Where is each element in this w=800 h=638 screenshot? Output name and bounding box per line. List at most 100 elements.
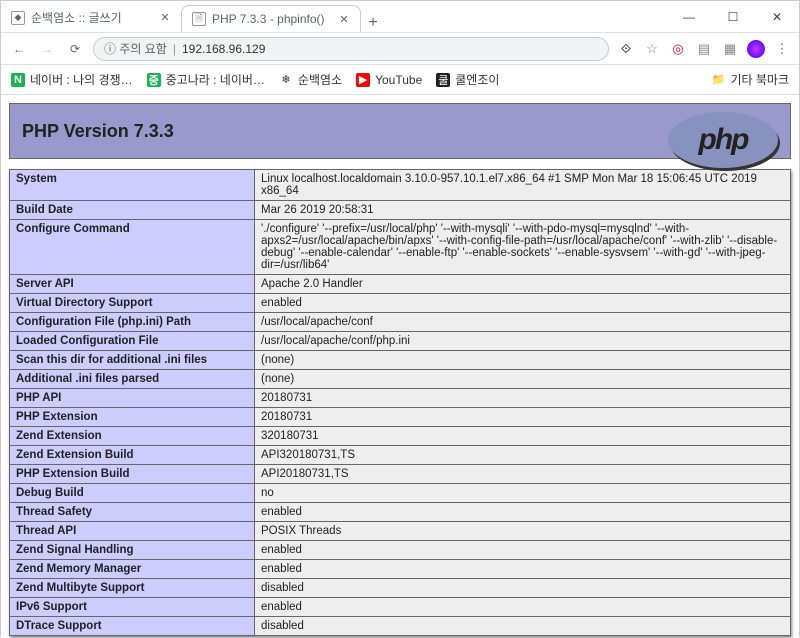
info-value: enabled [255, 294, 791, 313]
bookmark-label: 기타 북마크 [730, 71, 789, 88]
table-row: Server APIApache 2.0 Handler [10, 275, 791, 294]
forward-button[interactable]: → [37, 39, 57, 59]
bookmark-item[interactable]: ▶YouTube [356, 73, 422, 87]
browser-tab-0[interactable]: ◆ 순백염소 :: 글쓰기 ✕ [1, 3, 181, 32]
info-value: 20180731 [255, 408, 791, 427]
info-key: Zend Memory Manager [10, 560, 255, 579]
window-titlebar: ◆ 순백염소 :: 글쓰기 ✕ 🗎 PHP 7.3.3 - phpinfo() … [1, 1, 799, 33]
table-row: Additional .ini files parsed(none) [10, 370, 791, 389]
address-bar: ← → ⟳ ⓘ 주의 요함 | 192.168.96.129 ⟐ ☆ ◎ ▤ ▦… [1, 33, 799, 65]
info-key: Zend Signal Handling [10, 541, 255, 560]
table-row: Virtual Directory Supportenabled [10, 294, 791, 313]
info-value: disabled [255, 617, 791, 636]
table-row: Zend Extension BuildAPI320180731,TS [10, 446, 791, 465]
back-button[interactable]: ← [9, 39, 29, 59]
info-key: PHP Extension Build [10, 465, 255, 484]
bookmark-bar: N 네이버 : 나의 경쟁… 중중고나라 : 네이버… ❄ 순백염소 ▶YouTub… [1, 65, 799, 95]
bookmark-label: 네이버 : 나의 경쟁… [30, 71, 133, 88]
php-logo: php [668, 112, 778, 168]
browser-tab-strip: ◆ 순백염소 :: 글쓰기 ✕ 🗎 PHP 7.3.3 - phpinfo() … [1, 1, 667, 32]
info-value: no [255, 484, 791, 503]
bookmark-favicon-icon: ❄ [279, 73, 293, 87]
close-icon[interactable]: ✕ [338, 13, 350, 25]
table-row: Debug Buildno [10, 484, 791, 503]
bookmark-favicon-icon: N [11, 73, 25, 87]
info-key: Loaded Configuration File [10, 332, 255, 351]
info-key: Configure Command [10, 220, 255, 275]
info-value: Linux localhost.localdomain 3.10.0-957.1… [255, 170, 791, 201]
info-value: /usr/local/apache/conf [255, 313, 791, 332]
maximize-button[interactable]: ☐ [711, 1, 755, 32]
table-row: Zend Multibyte Supportdisabled [10, 579, 791, 598]
extension-icon[interactable]: ▦ [721, 40, 739, 58]
table-row: IPv6 Supportenabled [10, 598, 791, 617]
minimize-button[interactable]: — [667, 1, 711, 32]
info-value: enabled [255, 541, 791, 560]
table-row: Configure Command'./configure' '--prefix… [10, 220, 791, 275]
info-value: enabled [255, 560, 791, 579]
window-close-button[interactable]: ✕ [755, 1, 799, 32]
info-key: Server API [10, 275, 255, 294]
omnibox[interactable]: ⓘ 주의 요함 | 192.168.96.129 [93, 37, 609, 61]
tab-title: PHP 7.3.3 - phpinfo() [212, 12, 332, 26]
info-value: (none) [255, 351, 791, 370]
url-text: 192.168.96.129 [182, 42, 265, 56]
table-row: Thread Safetyenabled [10, 503, 791, 522]
table-row: PHP Extension BuildAPI20180731,TS [10, 465, 791, 484]
php-header-panel: PHP Version 7.3.3 php [9, 103, 791, 159]
php-logo-text: php [699, 123, 748, 157]
bookmark-item[interactable]: 쿨쿨엔조이 [436, 71, 499, 88]
extension-icon[interactable]: ▤ [695, 40, 713, 58]
extension-icons: ⟐ ☆ ◎ ▤ ▦ ⋮ [617, 40, 791, 58]
info-value: Apache 2.0 Handler [255, 275, 791, 294]
info-value: Mar 26 2019 20:58:31 [255, 201, 791, 220]
bookmark-label: 중고나라 : 네이버… [166, 71, 265, 88]
menu-icon[interactable]: ⋮ [773, 40, 791, 58]
reload-button[interactable]: ⟳ [65, 39, 85, 59]
table-row: Zend Signal Handlingenabled [10, 541, 791, 560]
bookmark-item[interactable]: ❄ 순백염소 [279, 71, 342, 88]
extension-icon[interactable]: ◎ [669, 40, 687, 58]
table-row: Loaded Configuration File/usr/local/apac… [10, 332, 791, 351]
table-row: Configuration File (php.ini) Path/usr/lo… [10, 313, 791, 332]
info-key: DTrace Support [10, 617, 255, 636]
divider-icon: | [173, 42, 176, 56]
info-key: Configuration File (php.ini) Path [10, 313, 255, 332]
info-key: Build Date [10, 201, 255, 220]
bookmark-label: 순백염소 [298, 71, 342, 88]
bookmark-item[interactable]: N 네이버 : 나의 경쟁… [11, 71, 133, 88]
table-row: PHP Extension20180731 [10, 408, 791, 427]
table-row: Zend Extension320180731 [10, 427, 791, 446]
info-value: API320180731,TS [255, 446, 791, 465]
table-row: PHP API20180731 [10, 389, 791, 408]
security-chip: ⓘ 주의 요함 [104, 40, 167, 57]
browser-tab-1[interactable]: 🗎 PHP 7.3.3 - phpinfo() ✕ [181, 5, 361, 32]
info-value: './configure' '--prefix=/usr/local/php' … [255, 220, 791, 275]
info-value: disabled [255, 579, 791, 598]
translate-icon[interactable]: ⟐ [617, 40, 635, 58]
info-key: Virtual Directory Support [10, 294, 255, 313]
phpinfo-table: SystemLinux localhost.localdomain 3.10.0… [9, 169, 791, 636]
folder-icon: 📁 [711, 73, 725, 87]
info-value: 20180731 [255, 389, 791, 408]
table-row: Thread APIPOSIX Threads [10, 522, 791, 541]
bookmark-item[interactable]: 중중고나라 : 네이버… [147, 71, 265, 88]
info-key: Thread Safety [10, 503, 255, 522]
close-icon[interactable]: ✕ [159, 12, 171, 24]
info-key: Zend Multibyte Support [10, 579, 255, 598]
avatar-icon[interactable] [747, 40, 765, 58]
other-bookmarks[interactable]: 📁 기타 북마크 [711, 71, 789, 88]
info-key: PHP Extension [10, 408, 255, 427]
new-tab-button[interactable]: + [361, 14, 385, 32]
star-icon[interactable]: ☆ [643, 40, 661, 58]
bookmark-label: 쿨엔조이 [455, 71, 499, 88]
table-row: Build DateMar 26 2019 20:58:31 [10, 201, 791, 220]
info-value: enabled [255, 503, 791, 522]
page-content[interactable]: PHP Version 7.3.3 php SystemLinux localh… [1, 95, 799, 638]
tab-title: 순백염소 :: 글쓰기 [31, 9, 153, 26]
favicon-icon: 🗎 [192, 12, 206, 26]
info-key: Thread API [10, 522, 255, 541]
info-key: Scan this dir for additional .ini files [10, 351, 255, 370]
info-key: PHP API [10, 389, 255, 408]
info-key: System [10, 170, 255, 201]
